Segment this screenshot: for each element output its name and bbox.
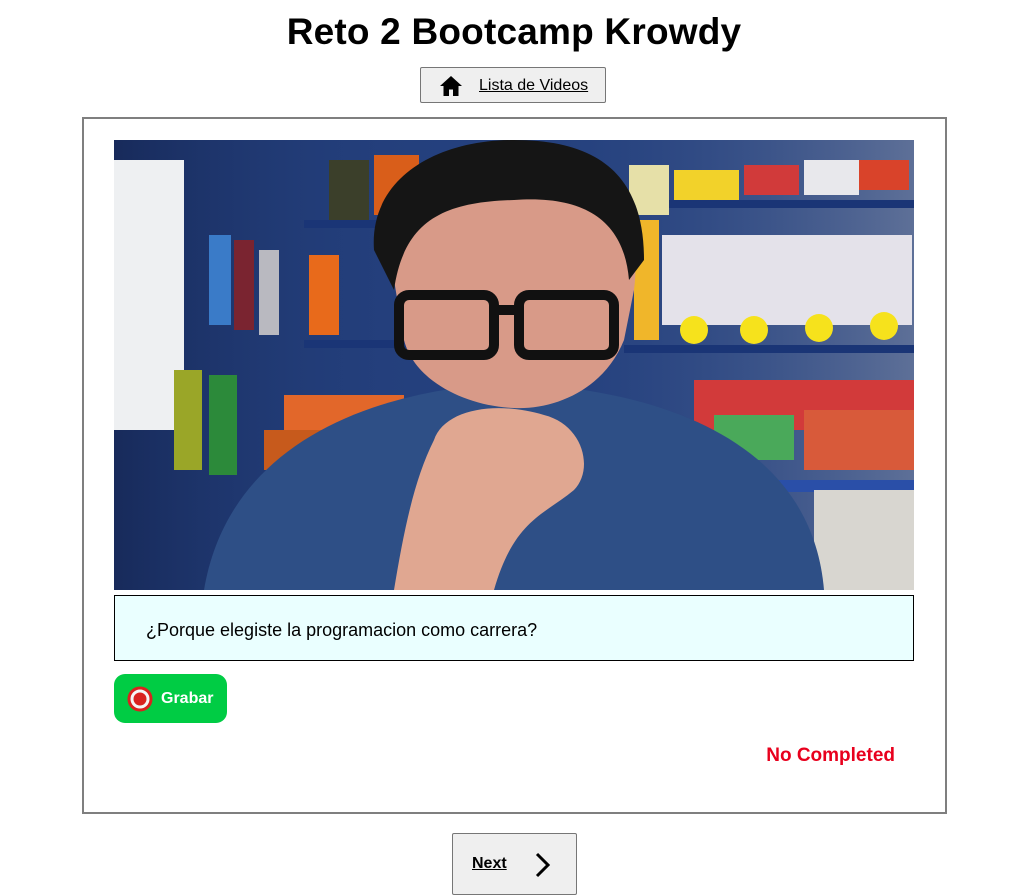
record-button[interactable]: Grabar <box>114 674 227 723</box>
next-button[interactable]: Next <box>452 833 577 895</box>
webcam-video <box>114 140 914 590</box>
home-icon <box>440 76 462 96</box>
video-list-button[interactable]: Lista de Videos <box>420 67 606 103</box>
record-icon <box>127 686 153 712</box>
next-button-label: Next <box>472 855 507 872</box>
webcam-frame-illustration <box>114 140 914 590</box>
question-box: ¿Porque elegiste la programacion como ca… <box>114 595 914 661</box>
record-button-label: Grabar <box>161 690 214 707</box>
status-badge: No Completed <box>766 745 895 766</box>
chevron-right-icon <box>535 852 551 878</box>
page-title: Reto 2 Bootcamp Krowdy <box>286 11 742 52</box>
video-list-label: Lista de Videos <box>479 77 589 94</box>
question-text: ¿Porque elegiste la programacion como ca… <box>146 620 538 640</box>
